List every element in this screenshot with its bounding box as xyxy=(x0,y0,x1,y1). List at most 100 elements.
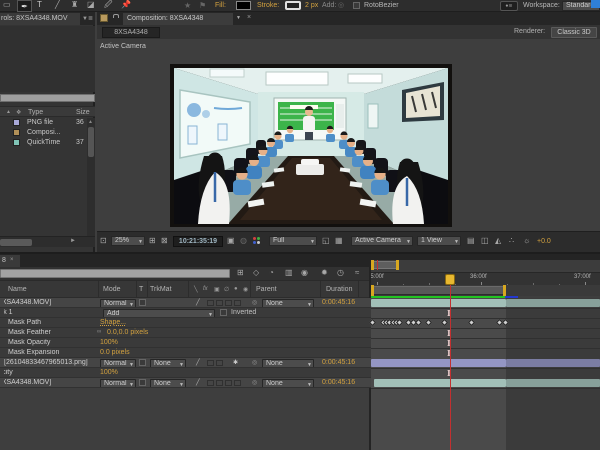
duration-column-header[interactable]: Duration xyxy=(326,286,352,293)
layer-bar-outside[interactable] xyxy=(506,359,600,367)
transparency-grid-icon[interactable]: ▦ xyxy=(335,236,343,246)
t-column-header[interactable]: T xyxy=(139,286,143,293)
cs-live-icon[interactable]: ●≋ xyxy=(500,1,518,11)
blend-mode-dropdown[interactable]: Normal▼ xyxy=(100,379,136,388)
duration-value[interactable]: 0:00:45:16 xyxy=(322,359,355,366)
scroll-thumb[interactable] xyxy=(0,239,32,246)
preserve-transparency-checkbox[interactable] xyxy=(139,299,146,306)
quality-switch[interactable]: ╱ xyxy=(196,379,200,386)
layer-row[interactable]: [8XSA4348.MOV] Normal▼ None▼ ╱ ◎ None▼ 0… xyxy=(0,378,371,388)
layer-bar[interactable] xyxy=(374,379,506,387)
property-value[interactable]: 0.0,0.0 pixels xyxy=(107,329,148,336)
stroke-color-swatch[interactable] xyxy=(285,1,301,10)
switch-box[interactable] xyxy=(225,380,232,386)
preserve-transparency-checkbox[interactable] xyxy=(139,379,146,386)
project-panel-tab[interactable]: rols: 8XSA4348.MOV xyxy=(0,13,80,25)
draft-3d-icon[interactable]: ◇ xyxy=(253,268,259,278)
blend-mode-dropdown[interactable]: Normal▼ xyxy=(100,299,136,308)
label-swatch[interactable] xyxy=(13,139,20,146)
hide-shy-layers-icon[interactable]: ◔ xyxy=(269,268,274,278)
switch-box[interactable] xyxy=(216,360,223,366)
mini-flowchart-icon[interactable]: ∴ xyxy=(509,236,514,246)
type-tool-icon[interactable]: T xyxy=(37,0,42,10)
mask-group-row[interactable]: Mask 1 Add▼ Inverted xyxy=(0,308,371,318)
mask-name[interactable]: Mask 1 xyxy=(4,309,13,316)
property-row[interactable]: Mask Feather ∞ 0.0,0.0 pixels xyxy=(0,328,371,338)
show-channels-icon[interactable] xyxy=(253,237,263,246)
trkmat-dropdown[interactable]: None▼ xyxy=(150,379,186,388)
resolution-dropdown[interactable]: Full▼ xyxy=(269,236,317,246)
parent-pickwhip-icon[interactable]: ◎ xyxy=(252,379,257,386)
fast-previews-icon[interactable]: ◭ xyxy=(495,236,501,246)
current-time-indicator-line[interactable] xyxy=(450,285,451,450)
preserve-transparency-checkbox[interactable] xyxy=(139,359,146,366)
eraser-tool-icon[interactable]: ◪ xyxy=(87,0,95,10)
panel-menu-icon[interactable]: ▼≣ xyxy=(82,15,93,22)
layer-name[interactable]: [8XSA4348.MOV] xyxy=(4,379,51,386)
switch-box[interactable] xyxy=(234,300,241,306)
mask-mode-dropdown[interactable]: Add▼ xyxy=(103,309,215,318)
layer-bar-outside[interactable] xyxy=(506,379,600,387)
size-column-header[interactable]: Size xyxy=(76,109,90,116)
parent-pickwhip-icon[interactable]: ◎ xyxy=(252,299,257,306)
show-snapshot-icon[interactable]: ◍ xyxy=(240,236,247,246)
mode-column-header[interactable]: Mode xyxy=(103,286,121,293)
parent-pickwhip-icon[interactable]: ◎ xyxy=(252,359,257,366)
project-vscrollbar[interactable]: ▲ ▼ xyxy=(87,118,95,244)
grid-guides-icon[interactable]: ▤ xyxy=(467,236,475,246)
navigator-thumb[interactable] xyxy=(371,261,398,269)
auto-keyframe-icon[interactable]: ◷ xyxy=(337,268,344,278)
rotobezier-checkbox[interactable] xyxy=(353,2,360,9)
property-row[interactable]: Mask Path Shape... xyxy=(0,318,371,328)
layer-bar-outside[interactable] xyxy=(506,299,600,307)
safe-zones-icon[interactable]: ⊠ xyxy=(161,236,168,246)
view-layout-dropdown[interactable]: 1 View▼ xyxy=(417,236,461,246)
property-row[interactable]: Mask Expansion 0.0 pixels xyxy=(0,348,371,358)
comp-mini-flowchart-icon[interactable]: ⊞ xyxy=(237,268,244,278)
navigator-start-bracket[interactable] xyxy=(371,260,374,270)
layer-row[interactable]: [26104833467965013.png] Normal▼ None▼ ╱ … xyxy=(0,358,371,368)
roto-brush-tool-icon[interactable]: 🖉 xyxy=(104,0,113,10)
puppet-pin-tool-icon[interactable]: 📌 xyxy=(121,0,131,10)
project-hscrollbar[interactable]: ► xyxy=(0,236,95,247)
work-area-start-bracket[interactable] xyxy=(371,285,374,296)
pixel-aspect-icon[interactable]: ◫ xyxy=(481,236,489,246)
work-area-bar[interactable] xyxy=(371,286,506,295)
motion-blur-icon[interactable]: ◉ xyxy=(301,268,308,278)
name-column-header[interactable]: Name xyxy=(8,286,27,293)
rectangle-tool-icon[interactable]: ▭ xyxy=(3,0,11,10)
pen-tool-icon[interactable]: ✒ xyxy=(17,0,32,12)
layer-row[interactable]: [8XSA4348.MOV] Normal▼ ╱ ◎ None▼ 0:00:45… xyxy=(0,298,371,308)
brush-tool-icon[interactable]: ╱ xyxy=(55,0,60,10)
parent-dropdown[interactable]: None▼ xyxy=(262,359,314,368)
timeline-tab[interactable]: 8 × xyxy=(0,255,20,267)
property-row[interactable]: Mask Opacity 100% xyxy=(0,338,371,348)
work-area-end-bracket[interactable] xyxy=(503,285,506,296)
label-swatch[interactable] xyxy=(13,129,20,136)
magnification-dropdown[interactable]: 25%▼ xyxy=(111,236,145,246)
clone-stamp-tool-icon[interactable]: ♜ xyxy=(71,0,78,10)
scroll-thumb[interactable] xyxy=(88,127,94,157)
region-of-interest-icon[interactable]: ◱ xyxy=(322,236,330,246)
composition-viewport[interactable] xyxy=(97,54,600,231)
constrain-link-icon[interactable]: ∞ xyxy=(97,329,101,335)
project-search-field[interactable] xyxy=(0,94,95,102)
scroll-right-icon[interactable]: ► xyxy=(70,238,76,244)
fill-color-swatch[interactable] xyxy=(236,1,251,10)
exposure-value[interactable]: +0.0 xyxy=(537,238,551,245)
motion-blur-switch[interactable]: ✱ xyxy=(233,359,238,366)
close-icon[interactable]: × xyxy=(247,14,251,21)
duration-value[interactable]: 0:00:45:16 xyxy=(322,379,355,386)
quality-switch[interactable]: ╱ xyxy=(196,359,200,366)
renderer-button[interactable]: Classic 3D xyxy=(551,27,597,38)
time-navigator[interactable] xyxy=(371,260,600,270)
switch-box[interactable] xyxy=(216,380,223,386)
property-value[interactable]: 100% xyxy=(100,369,118,376)
frame-blending-icon[interactable]: ▥ xyxy=(285,268,293,278)
switch-box[interactable] xyxy=(234,380,241,386)
switch-box[interactable] xyxy=(216,300,223,306)
mask-inverted-checkbox[interactable] xyxy=(220,309,227,316)
parent-dropdown[interactable]: None▼ xyxy=(262,379,314,388)
always-preview-icon[interactable]: ⊡ xyxy=(100,236,107,246)
switch-box[interactable] xyxy=(207,300,214,306)
